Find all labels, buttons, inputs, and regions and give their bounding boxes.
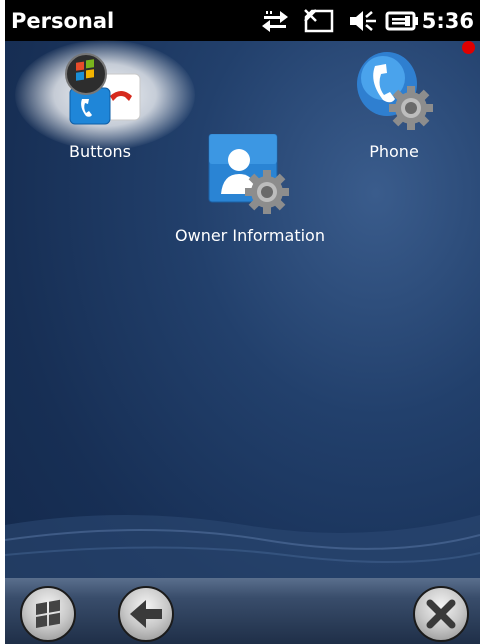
owner-information-icon	[207, 133, 293, 220]
no-sim-icon[interactable]	[302, 8, 336, 38]
status-title[interactable]: Personal	[11, 9, 114, 33]
background-wave	[5, 515, 480, 585]
status-bar: Personal 5:36	[5, 0, 480, 41]
app-label: Owner Information	[175, 226, 325, 245]
status-time[interactable]: 5:36	[422, 9, 474, 33]
sync-icon[interactable]	[260, 8, 290, 38]
back-button[interactable]	[118, 586, 174, 642]
personal-settings-screen: Personal 5:36 Buttons Phone Owner Inform…	[5, 0, 480, 644]
app-owner-information[interactable]: Owner Information	[170, 133, 330, 246]
volume-mute-icon[interactable]	[348, 8, 378, 38]
phone-settings-icon	[351, 50, 437, 136]
app-phone[interactable]: Phone	[339, 50, 449, 162]
app-label: Buttons	[69, 142, 131, 161]
battery-charging-icon[interactable]	[385, 8, 419, 38]
start-button[interactable]	[20, 586, 76, 642]
close-button[interactable]	[413, 586, 469, 642]
buttons-icon	[60, 52, 144, 130]
app-buttons[interactable]: Buttons	[45, 52, 155, 162]
notification-marker	[462, 41, 475, 54]
bottom-toolbar	[5, 578, 480, 644]
app-label: Phone	[369, 142, 419, 161]
